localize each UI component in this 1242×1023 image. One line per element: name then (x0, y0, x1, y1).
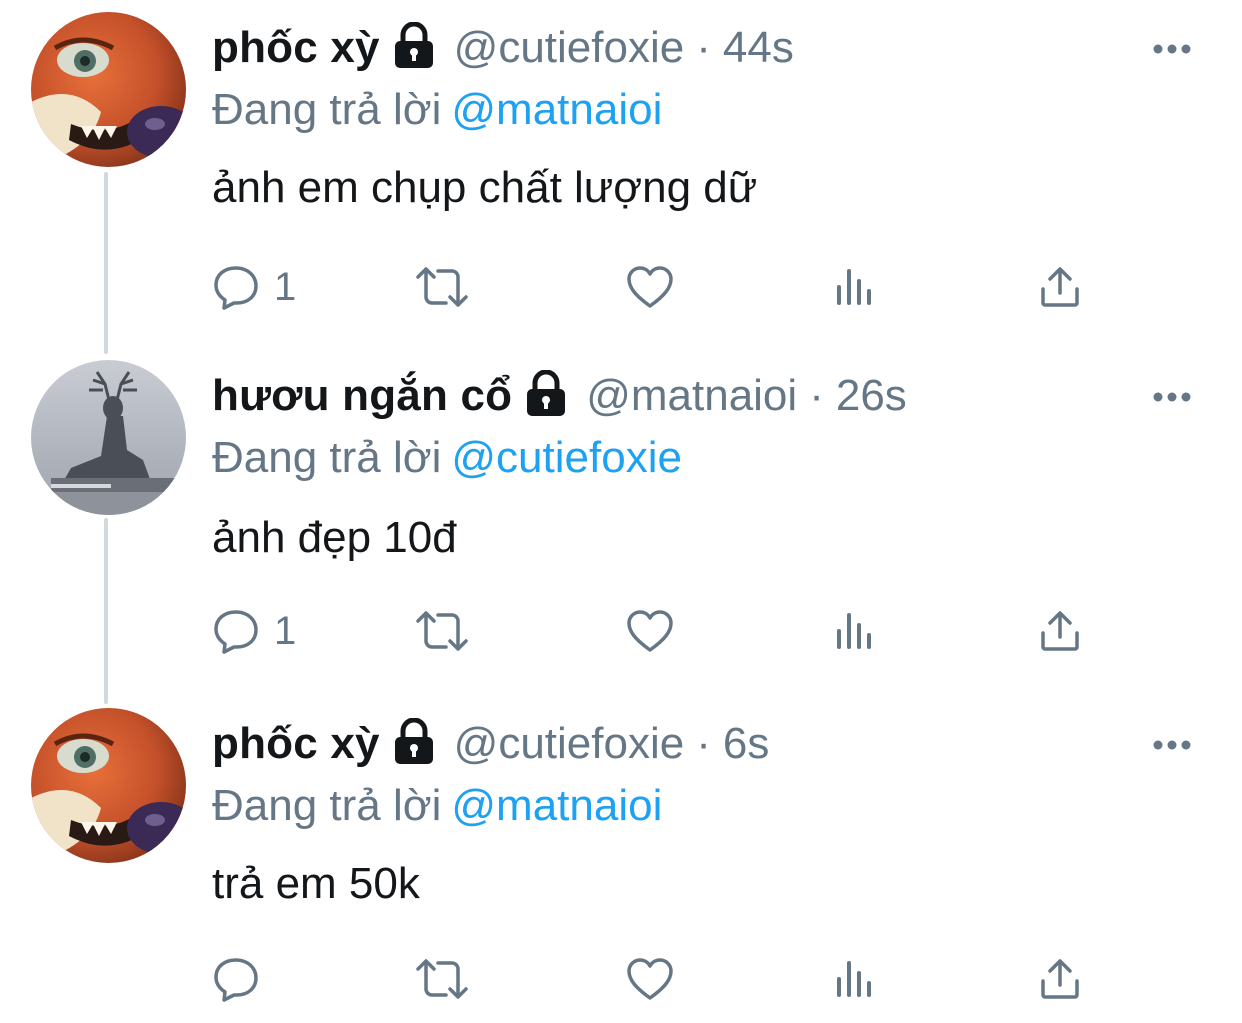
tweet-text: ảnh đẹp 10đ (212, 513, 457, 562)
lock-icon (392, 717, 436, 766)
tweet-text: ảnh em chụp chất lượng dữ (212, 163, 758, 212)
fox-avatar-image (31, 12, 186, 167)
reply-icon (212, 608, 260, 654)
display-name[interactable]: phốc xỳ (212, 18, 380, 78)
replying-to-label: Đang trả lời (212, 433, 442, 482)
retweet-icon (414, 609, 470, 653)
timestamp[interactable]: 26s (836, 366, 907, 426)
share-icon (1038, 957, 1082, 1001)
retweet-icon (414, 957, 470, 1001)
tweet-3[interactable]: phốc xỳ @cutiefoxie · 6s Đang trả lời @ma… (0, 708, 1242, 1014)
replying-to-label: Đang trả lời (212, 85, 442, 134)
analytics-button[interactable] (834, 954, 876, 1004)
tweet-2[interactable]: hươu ngắn cổ @matnaioi · 26s Đang trả lờ… (0, 360, 1242, 696)
user-handle[interactable]: @cutiefoxie (454, 18, 685, 78)
user-handle[interactable]: @cutiefoxie (454, 714, 685, 774)
like-button[interactable] (626, 262, 674, 312)
tweet-header: hươu ngắn cổ @matnaioi · 26s (212, 366, 907, 426)
heart-icon (626, 957, 674, 1001)
display-name[interactable]: hươu ngắn cổ (212, 366, 512, 426)
analytics-button[interactable] (834, 606, 876, 656)
separator-dot: · (696, 719, 711, 768)
share-button[interactable] (1038, 262, 1082, 312)
reply-count: 1 (274, 608, 297, 653)
lock-icon (524, 369, 568, 418)
share-icon (1038, 609, 1082, 653)
heart-icon (626, 609, 674, 653)
replying-to-label: Đang trả lời (212, 781, 442, 830)
replying-to: Đang trả lời @cutiefoxie (212, 428, 682, 488)
tweet-header: phốc xỳ @cutiefoxie · 44s (212, 18, 794, 78)
timestamp[interactable]: 44s (723, 18, 794, 78)
reply-count: 1 (274, 264, 297, 309)
tweet-actions: 1 (212, 262, 1112, 312)
fox-avatar-image (31, 708, 186, 863)
more-icon[interactable] (1152, 390, 1192, 402)
tweet-1[interactable]: phốc xỳ @cutiefoxie · 44s Đang trả lời @m… (0, 12, 1242, 348)
like-button[interactable] (626, 954, 674, 1004)
replying-to: Đang trả lời @matnaioi (212, 776, 662, 836)
more-icon[interactable] (1152, 42, 1192, 54)
heart-icon (626, 265, 674, 309)
retweet-button[interactable] (414, 954, 470, 1004)
retweet-button[interactable] (414, 262, 470, 312)
reply-button[interactable] (212, 954, 274, 1004)
timestamp[interactable]: 6s (723, 714, 769, 774)
mention-link[interactable]: @matnaioi (451, 781, 662, 830)
avatar[interactable] (31, 12, 186, 167)
retweet-icon (414, 265, 470, 309)
mention-link[interactable]: @matnaioi (451, 85, 662, 134)
tweet-actions (212, 954, 1112, 1004)
separator-dot: · (809, 371, 824, 420)
tweet-actions: 1 (212, 606, 1112, 656)
analytics-icon (834, 959, 876, 999)
tweet-header: phốc xỳ @cutiefoxie · 6s (212, 714, 769, 774)
reply-button[interactable]: 1 (212, 606, 296, 656)
more-icon[interactable] (1152, 738, 1192, 750)
tweet-text: trả em 50k (212, 859, 420, 908)
deer-avatar-image (31, 360, 186, 515)
reply-icon (212, 956, 260, 1002)
lock-icon (392, 21, 436, 70)
share-icon (1038, 265, 1082, 309)
analytics-icon (834, 267, 876, 307)
avatar[interactable] (31, 360, 186, 515)
share-button[interactable] (1038, 954, 1082, 1004)
separator-dot: · (696, 23, 711, 72)
retweet-button[interactable] (414, 606, 470, 656)
reply-icon (212, 264, 260, 310)
like-button[interactable] (626, 606, 674, 656)
user-handle[interactable]: @matnaioi (586, 366, 797, 426)
analytics-icon (834, 611, 876, 651)
analytics-button[interactable] (834, 262, 876, 312)
reply-button[interactable]: 1 (212, 262, 296, 312)
replying-to: Đang trả lời @matnaioi (212, 80, 662, 140)
avatar[interactable] (31, 708, 186, 863)
display-name[interactable]: phốc xỳ (212, 714, 380, 774)
mention-link[interactable]: @cutiefoxie (451, 433, 682, 482)
share-button[interactable] (1038, 606, 1082, 656)
